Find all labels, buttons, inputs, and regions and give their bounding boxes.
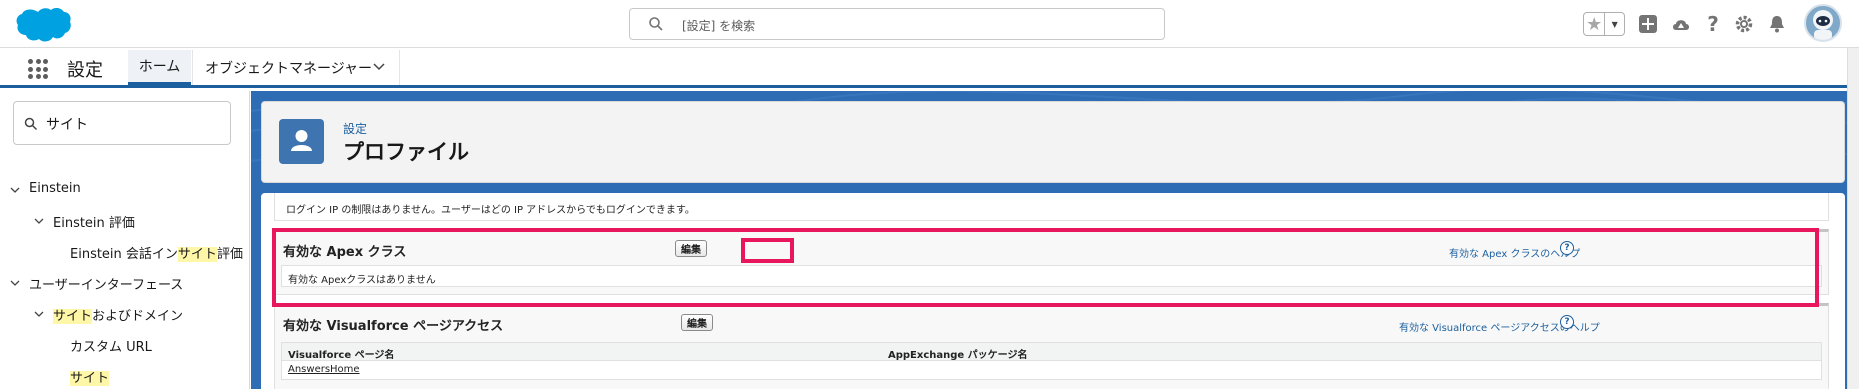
vf-edit-button[interactable]: 編集 — [681, 314, 713, 331]
sidebar-item-label: Einstein 評価 — [53, 216, 135, 231]
search-highlight: サイト — [53, 309, 93, 324]
sidebar-item-sites-and-domains[interactable]: サイトおよびドメイン — [33, 305, 183, 324]
quick-find-value: サイト — [46, 117, 88, 133]
app-name: 設定 — [67, 60, 103, 81]
salesforce-logo-icon[interactable] — [14, 6, 72, 44]
chevron-down-icon[interactable] — [9, 184, 21, 196]
gear-icon — [1735, 15, 1753, 33]
notifications-button[interactable] — [1766, 0, 1788, 48]
quick-find-input[interactable]: サイト — [13, 101, 231, 145]
global-search-input[interactable]: [設定] を検索 — [629, 8, 1165, 40]
user-avatar[interactable] — [1804, 4, 1842, 42]
sidebar-item-sites[interactable]: サイト — [70, 367, 110, 386]
highlight-frame-apex-section — [272, 228, 1819, 307]
add-icon — [1639, 15, 1657, 33]
global-header: [設定] を検索 ★ ▼ ? — [0, 0, 1859, 48]
sidebar-item-label: Einstein — [29, 181, 81, 196]
app-launcher-icon[interactable] — [28, 59, 48, 79]
setup-gear-button[interactable] — [1732, 0, 1756, 48]
help-icon[interactable]: ? — [1703, 0, 1723, 48]
sidebar-item-label-pre: Einstein 会話イン — [70, 247, 178, 262]
trailhead-button[interactable] — [1668, 0, 1694, 48]
search-highlight: サイト — [70, 371, 110, 386]
tab-home[interactable]: ホーム — [128, 50, 191, 85]
breadcrumb[interactable]: 設定 — [343, 120, 367, 137]
page-title: プロファイル — [343, 140, 469, 164]
table-header: Visualforce ページ名 AppExchange パッケージ名 — [282, 343, 1821, 361]
search-icon — [649, 17, 663, 31]
table-row: AnswersHome — [282, 361, 1821, 379]
help-icon[interactable]: ? — [1560, 315, 1574, 329]
search-highlight: サイト — [177, 247, 217, 262]
trailhead-icon — [1673, 20, 1689, 30]
sidebar-item-custom-url[interactable]: カスタム URL — [70, 336, 152, 355]
chevron-down-icon[interactable] — [373, 62, 385, 72]
sidebar-item-label-post: 評価 — [216, 247, 243, 262]
tab-object-manager-label: オブジェクトマネージャー — [205, 60, 373, 77]
setup-sidebar: サイト Einstein Einstein 評価 Einstein 会話インサイ… — [0, 91, 250, 389]
column-header: Visualforce ページ名 — [288, 350, 395, 361]
login-ip-note: ログイン IP の制限はありません。ユーザーはどの IP アドレスからでもログイ… — [274, 193, 1829, 221]
sidebar-item-label: カスタム URL — [70, 340, 152, 355]
chevron-down-icon[interactable] — [33, 215, 45, 227]
search-placeholder: [設定] を検索 — [682, 19, 756, 33]
chevron-down-icon[interactable] — [9, 277, 21, 289]
sidebar-item-einstein[interactable]: Einstein — [9, 181, 81, 196]
vf-page-link[interactable]: AnswersHome — [288, 364, 360, 375]
astro-avatar-icon — [1813, 10, 1833, 40]
vf-pages-table: Visualforce ページ名 AppExchange パッケージ名 Answ… — [281, 342, 1822, 380]
section-title: 有効な Visualforce ページアクセス — [283, 319, 504, 334]
sidebar-item-label: ユーザーインターフェース — [29, 278, 184, 293]
sidebar-item-einstein-conversation-insight[interactable]: Einstein 会話インサイト評価 — [70, 243, 243, 262]
visualforce-access-section: 有効な Visualforce ページアクセス 編集 有効な Visualfor… — [274, 303, 1829, 389]
tab-object-manager[interactable]: オブジェクトマネージャー — [192, 50, 400, 85]
sidebar-item-label-post: およびドメイン — [92, 309, 184, 324]
global-actions-button[interactable] — [1636, 0, 1660, 48]
star-icon[interactable]: ★ — [1584, 13, 1606, 35]
bell-icon — [1770, 16, 1784, 33]
favorites-dropdown-icon[interactable]: ▼ — [1605, 13, 1624, 35]
sidebar-item-einstein-rating[interactable]: Einstein 評価 — [33, 212, 135, 231]
app-nav-bar: 設定 ホーム オブジェクトマネージャー — [0, 48, 1859, 88]
sidebar-item-user-interface[interactable]: ユーザーインターフェース — [9, 274, 183, 293]
profile-icon — [279, 119, 324, 164]
highlight-frame-edit-button — [741, 238, 794, 263]
page-header: 設定 プロファイル — [261, 101, 1845, 183]
chevron-down-icon[interactable] — [33, 308, 45, 320]
column-header: AppExchange パッケージ名 — [888, 350, 1028, 361]
favorites-button[interactable]: ★ ▼ — [1583, 12, 1625, 36]
search-icon — [24, 117, 38, 131]
page-scrollbar[interactable] — [1847, 48, 1859, 389]
